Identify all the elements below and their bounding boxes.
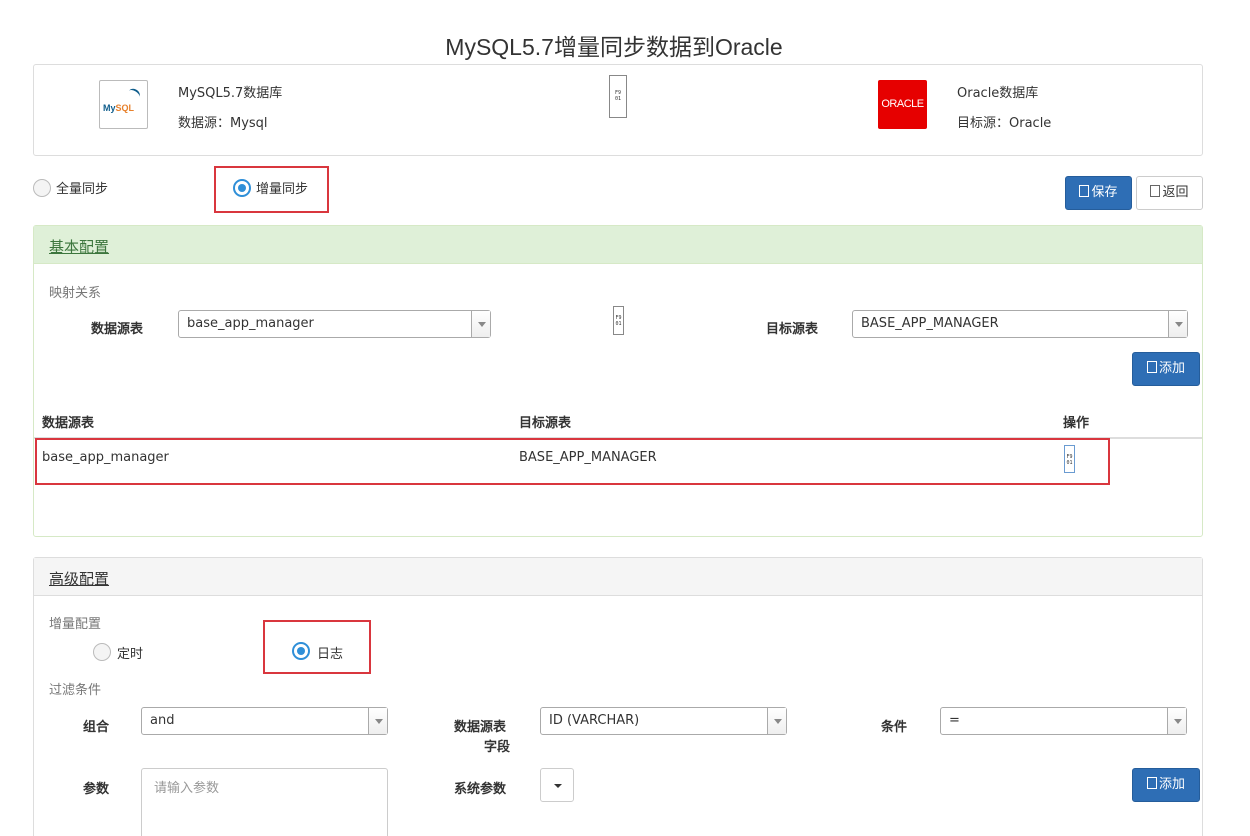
mapping-label: 映射关系 <box>49 286 102 301</box>
map-arrow-icon: F9 01 <box>613 306 624 335</box>
source-table-label: 数据源表 <box>91 322 144 337</box>
basic-config-panel: 基本配置 映射关系 数据源表 base_app_manager F9 01 目标… <box>33 225 1203 537</box>
datasource-card: MySQL MySQL5.7数据库 数据源：Mysql F9 01 ORACLE… <box>33 64 1203 156</box>
target-datasource: 目标源：Oracle <box>957 116 1052 131</box>
chevron-down-icon <box>368 708 387 734</box>
target-table-label: 目标源表 <box>766 322 819 337</box>
row-source-cell: base_app_manager <box>42 450 169 465</box>
chevron-down-icon <box>1167 708 1186 734</box>
plus-icon <box>1146 777 1157 789</box>
sync-arrow-icon: F9 01 <box>609 75 627 118</box>
target-table-select[interactable]: BASE_APP_MANAGER <box>852 310 1188 338</box>
source-table-select[interactable]: base_app_manager <box>178 310 491 338</box>
combo-label: 组合 <box>83 720 110 735</box>
full-sync-label[interactable]: 全量同步 <box>56 178 108 197</box>
filter-label: 过滤条件 <box>49 683 102 698</box>
param-textarea[interactable]: 请输入参数 <box>141 768 388 836</box>
field-label-line2: 字段 <box>484 740 511 755</box>
incremental-sync-radio[interactable] <box>233 179 251 197</box>
condition-select[interactable]: = <box>940 707 1187 735</box>
save-icon <box>1079 185 1090 197</box>
row-target-cell: BASE_APP_MANAGER <box>519 450 657 465</box>
log-label[interactable]: 日志 <box>317 643 343 662</box>
chevron-down-icon <box>767 708 786 734</box>
param-label: 参数 <box>83 782 110 797</box>
sys-param-label: 系统参数 <box>454 782 507 797</box>
back-button[interactable]: 返回 <box>1136 176 1203 210</box>
mysql-logo: MySQL <box>99 80 148 129</box>
col-header-action: 操作 <box>1063 416 1090 431</box>
field-select[interactable]: ID (VARCHAR) <box>540 707 787 735</box>
add-filter-button[interactable]: 添加 <box>1132 768 1200 802</box>
target-db-name: Oracle数据库 <box>957 86 1039 101</box>
delete-row-icon[interactable]: F9 01 <box>1064 445 1075 473</box>
chevron-down-icon <box>1168 311 1187 337</box>
timer-label[interactable]: 定时 <box>117 643 143 662</box>
increment-config-label: 增量配置 <box>49 617 102 632</box>
source-db-name: MySQL5.7数据库 <box>178 86 283 101</box>
add-mapping-button[interactable]: 添加 <box>1132 352 1200 386</box>
sys-param-dropdown[interactable] <box>540 768 574 802</box>
advanced-config-title[interactable]: 高级配置 <box>49 568 109 589</box>
log-radio[interactable] <box>292 642 310 660</box>
condition-label: 条件 <box>881 720 908 735</box>
back-icon <box>1150 185 1161 197</box>
col-header-target: 目标源表 <box>519 416 572 431</box>
plus-icon <box>1146 361 1157 373</box>
page-title: MySQL5.7增量同步数据到Oracle <box>445 34 783 60</box>
advanced-config-header: 高级配置 <box>34 558 1202 596</box>
source-datasource: 数据源：Mysql <box>178 116 268 131</box>
advanced-config-panel: 高级配置 增量配置 定时 日志 过滤条件 组合 and 数据源表 字段 ID (… <box>33 557 1203 836</box>
combo-select[interactable]: and <box>141 707 388 735</box>
incremental-sync-label[interactable]: 增量同步 <box>256 178 308 197</box>
full-sync-radio[interactable] <box>33 179 51 197</box>
basic-config-header: 基本配置 <box>34 226 1202 264</box>
basic-config-title[interactable]: 基本配置 <box>49 236 109 257</box>
save-button[interactable]: 保存 <box>1065 176 1132 210</box>
col-header-source: 数据源表 <box>42 416 95 431</box>
oracle-logo: ORACLE <box>878 80 927 129</box>
field-label-line1: 数据源表 <box>454 720 507 735</box>
timer-radio[interactable] <box>93 643 111 661</box>
chevron-down-icon <box>471 311 490 337</box>
